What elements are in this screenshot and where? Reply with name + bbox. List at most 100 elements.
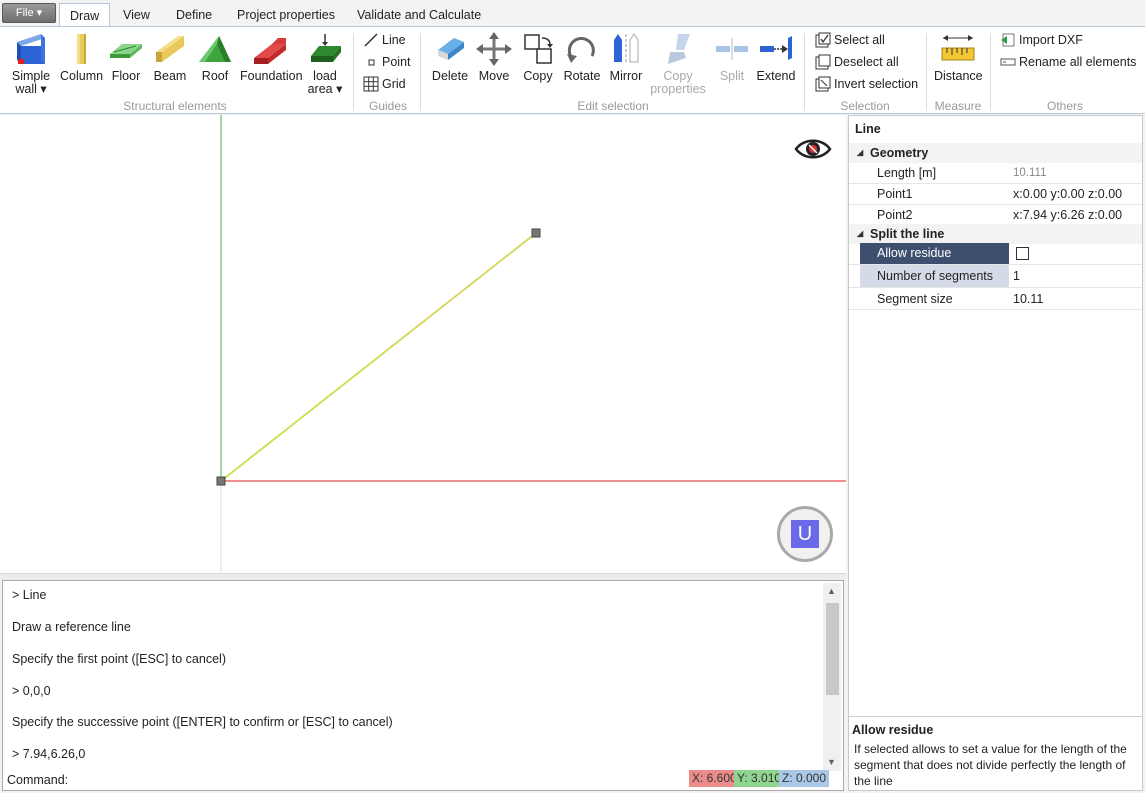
group-label-structural: Structural elements xyxy=(123,99,227,113)
group-label-guides: Guides xyxy=(368,99,408,113)
line-icon xyxy=(364,33,378,47)
deselect-all-button[interactable]: Deselect all xyxy=(815,53,899,71)
load-area-label: load xyxy=(313,69,337,83)
invert-selection-button[interactable]: Invert selection xyxy=(815,75,918,93)
column-button[interactable]: Column xyxy=(60,32,104,83)
floor-button[interactable]: Floor xyxy=(106,32,146,83)
tab-define[interactable]: Define xyxy=(166,3,222,27)
collapse-triangle-icon[interactable]: ◢ xyxy=(857,143,863,163)
simple-wall-button[interactable]: Simple wall ▾ xyxy=(8,32,54,96)
copy-label: Copy xyxy=(523,69,553,83)
guide-point-label: Point xyxy=(382,55,411,69)
tab-validate-calculate[interactable]: Validate and Calculate xyxy=(347,3,491,27)
load-area-button[interactable]: load area ▾ xyxy=(304,32,346,96)
scroll-thumb[interactable] xyxy=(826,603,839,695)
guide-line-label: Line xyxy=(382,33,406,47)
console-line: > 7.94,6.26,0 xyxy=(12,747,86,761)
property-row-point2[interactable]: Point2 x:7.94 y:6.26 z:0.00 xyxy=(849,205,1142,226)
console-line: Specify the successive point ([ENTER] to… xyxy=(12,715,393,729)
splitter[interactable] xyxy=(0,573,846,580)
property-row-allow-residue[interactable]: Allow residue xyxy=(849,243,1142,265)
console-scrollbar[interactable]: ▲ ▼ xyxy=(823,583,841,771)
ribbon: Simple wall ▾ Column Floor Beam Roof Fou… xyxy=(0,26,1145,114)
column-label: Column xyxy=(60,69,104,83)
guide-point-button[interactable]: Point xyxy=(363,53,411,71)
group-label-measure: Measure xyxy=(934,99,982,113)
column-icon xyxy=(77,34,86,64)
beam-button[interactable]: Beam xyxy=(150,32,190,83)
property-value[interactable]: x:0.00 y:0.00 z:0.00 xyxy=(1013,184,1122,205)
floor-icon xyxy=(110,44,142,58)
move-button[interactable]: Move xyxy=(473,32,515,83)
select-all-button[interactable]: Select all xyxy=(815,31,885,49)
property-name: Point2 xyxy=(877,208,913,222)
collapse-triangle-icon[interactable]: ◢ xyxy=(857,224,863,244)
command-console: > Line Draw a reference line Specify the… xyxy=(2,580,844,791)
property-value[interactable]: x:7.94 y:6.26 z:0.00 xyxy=(1013,205,1122,226)
distance-button[interactable]: Distance xyxy=(934,32,983,83)
rotate-button[interactable]: Rotate xyxy=(560,32,604,83)
line-start-grip[interactable] xyxy=(216,476,226,486)
beam-label: Beam xyxy=(153,69,187,83)
copy-button[interactable]: Copy xyxy=(517,32,559,83)
extend-label: Extend xyxy=(756,69,796,83)
ribbon-separator xyxy=(420,33,421,111)
visibility-eye-icon[interactable] xyxy=(794,135,832,163)
mirror-button[interactable]: Mirror xyxy=(605,32,647,83)
guide-grid-button[interactable]: Grid xyxy=(363,75,406,93)
property-row-segment-size[interactable]: Segment size 10.11 xyxy=(849,288,1142,310)
property-value: 10.111 xyxy=(1013,167,1047,179)
grid-icon xyxy=(363,76,379,92)
description-text: If selected allows to set a value for th… xyxy=(854,742,1127,788)
line-end-grip[interactable] xyxy=(531,228,541,238)
foundation-icon xyxy=(254,38,286,64)
guide-line-button[interactable]: Line xyxy=(363,31,406,49)
group-label-selection: Selection xyxy=(840,99,890,113)
property-value[interactable]: 1 xyxy=(1013,265,1020,288)
console-line: > Line xyxy=(12,588,47,602)
ribbon-tab-bar: File ▾ Draw View Define Project properti… xyxy=(0,0,1145,28)
property-row-number-of-segments[interactable]: Number of segments 1 xyxy=(849,265,1142,288)
drawing-viewport[interactable]: U xyxy=(0,115,846,573)
roof-icon xyxy=(199,36,231,62)
scroll-down-icon[interactable]: ▼ xyxy=(827,757,836,767)
move-label: Move xyxy=(478,69,510,83)
coord-z-readout: Z: 0.000 xyxy=(779,770,830,787)
mirror-icon xyxy=(614,33,639,64)
command-input-label: Command: xyxy=(7,773,69,787)
category-geometry[interactable]: ◢ Geometry xyxy=(849,143,1142,163)
ucs-button[interactable]: U xyxy=(777,506,833,562)
tab-project-properties[interactable]: Project properties xyxy=(227,3,345,27)
property-value[interactable]: 10.11 xyxy=(1013,288,1043,310)
category-split-line[interactable]: ◢ Split the line xyxy=(849,224,1142,244)
import-icon xyxy=(1001,33,1015,47)
foundation-button[interactable]: Foundation xyxy=(240,32,303,83)
tab-draw[interactable]: Draw xyxy=(59,3,111,28)
property-row-point1[interactable]: Point1 x:0.00 y:0.00 z:0.00 xyxy=(849,184,1142,205)
mirror-label: Mirror xyxy=(609,69,643,83)
console-line: Specify the first point ([ESC] to cancel… xyxy=(12,652,226,666)
import-dxf-button[interactable]: Import DXF xyxy=(1000,31,1083,49)
copy-properties-button[interactable]: Copy properties xyxy=(650,32,706,96)
ribbon-separator xyxy=(353,33,354,111)
tab-view[interactable]: View xyxy=(113,3,160,27)
beam-icon xyxy=(156,36,184,62)
load-area-dropdown-label: area ▾ xyxy=(307,82,343,96)
split-button[interactable]: Split xyxy=(712,32,752,83)
split-icon xyxy=(716,38,748,60)
rename-all-button[interactable]: Rename all elements xyxy=(1000,53,1136,71)
scroll-up-icon[interactable]: ▲ xyxy=(827,586,836,596)
invert-selection-icon xyxy=(815,76,831,92)
delete-button[interactable]: Delete xyxy=(428,32,472,83)
extend-button[interactable]: Extend xyxy=(755,32,797,83)
console-line: Draw a reference line xyxy=(12,620,131,634)
allow-residue-checkbox[interactable] xyxy=(1016,247,1029,260)
distance-label: Distance xyxy=(934,69,983,83)
property-row-length: Length [m] 10.111 xyxy=(849,163,1142,184)
rotate-label: Rotate xyxy=(563,69,601,83)
split-label: Split xyxy=(719,69,745,83)
reference-line-highlight xyxy=(379,232,537,356)
roof-button[interactable]: Roof xyxy=(195,32,235,83)
copy-properties-label-1: Copy xyxy=(663,69,693,83)
file-menu-button[interactable]: File ▾ xyxy=(2,3,56,23)
